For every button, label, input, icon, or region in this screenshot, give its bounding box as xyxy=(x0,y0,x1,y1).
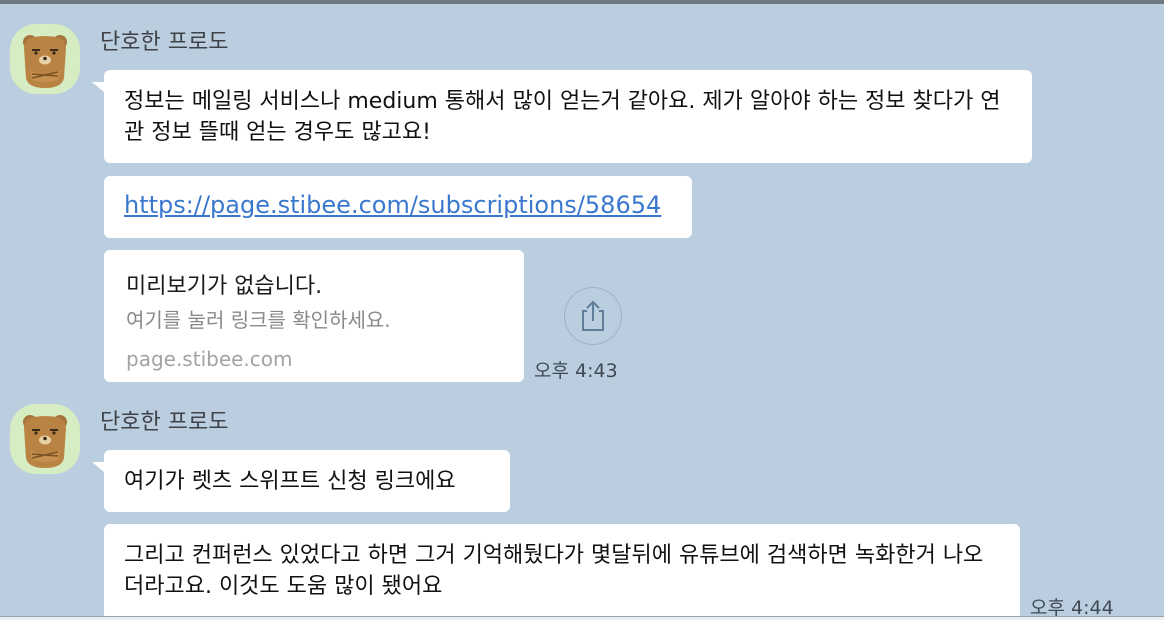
window-top-border xyxy=(0,0,1164,4)
preview-domain: page.stibee.com xyxy=(126,347,293,371)
message-bubble[interactable]: 그리고 컨퍼런스 있었다고 하면 그거 기억해뒀다가 몇달뒤에 유튜브에 검색하… xyxy=(104,524,1020,620)
ryan-character-icon xyxy=(23,35,67,88)
sender-name: 단호한 프로도 xyxy=(100,410,229,435)
window-bottom-border xyxy=(0,616,1164,620)
profile-avatar[interactable] xyxy=(10,404,80,474)
sender-name: 단호한 프로도 xyxy=(100,30,229,55)
message-timestamp: 오후 4:43 xyxy=(534,360,618,382)
message-bubble[interactable]: 여기가 렛츠 스위프트 신청 링크에요 xyxy=(104,450,510,512)
preview-description: 여기를 눌러 링크를 확인하세요. xyxy=(126,308,391,332)
message-bubble[interactable]: 정보는 메일링 서비스나 medium 통해서 많이 얻는거 같아요. 제가 알… xyxy=(104,70,1032,163)
message-text: 정보는 메일링 서비스나 medium 통해서 많이 얻는거 같아요. 제가 알… xyxy=(124,89,1001,145)
message-link[interactable]: https://page.stibee.com/subscriptions/58… xyxy=(124,191,661,219)
message-text: 여기가 렛츠 스위프트 신청 링크에요 xyxy=(124,469,456,494)
share-button[interactable] xyxy=(564,287,622,345)
link-preview-card[interactable]: 미리보기가 없습니다. 여기를 눌러 링크를 확인하세요. page.stibe… xyxy=(104,250,524,382)
bubble-tail xyxy=(92,462,104,472)
preview-title: 미리보기가 없습니다. xyxy=(126,274,323,299)
link-bubble: https://page.stibee.com/subscriptions/58… xyxy=(104,176,692,238)
ryan-character-icon xyxy=(23,415,67,468)
profile-avatar[interactable] xyxy=(10,24,80,94)
bubble-tail xyxy=(92,82,104,92)
share-icon xyxy=(582,300,604,331)
message-text: 그리고 컨퍼런스 있었다고 하면 그거 기억해뒀다가 몇달뒤에 유튜브에 검색하… xyxy=(124,543,984,599)
